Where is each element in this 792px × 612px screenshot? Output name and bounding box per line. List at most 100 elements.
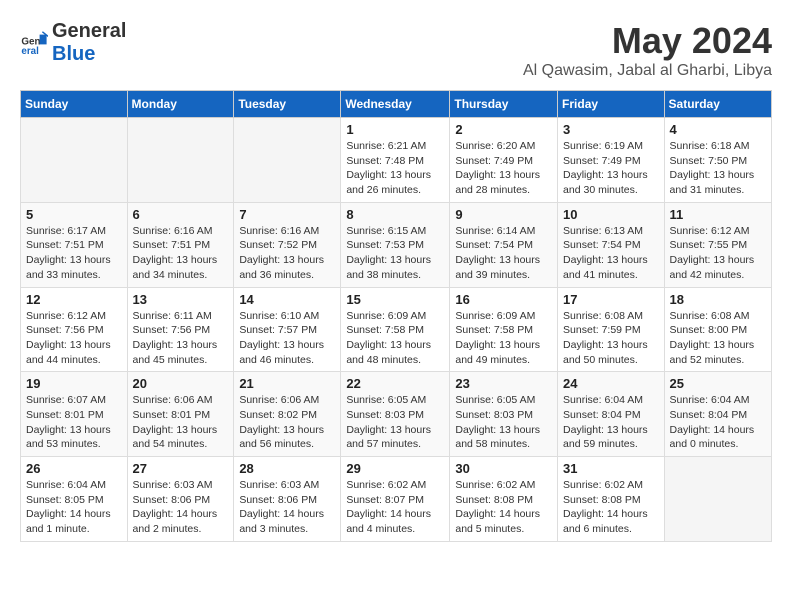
column-header-sunday: Sunday [21,91,128,118]
calendar-cell: 6 Sunrise: 6:16 AM Sunset: 7:51 PM Daylig… [127,202,234,287]
day-number: 23 [455,376,552,391]
day-info: Sunrise: 6:09 AM Sunset: 7:58 PM Dayligh… [346,309,444,368]
calendar-cell: 13Sunrise: 6:11 AM Sunset: 7:56 PM Dayli… [127,287,234,372]
day-number: 16 [455,292,552,307]
day-number: 19 [26,376,122,391]
day-info: Sunrise: 6:09 AM Sunset: 7:58 PM Dayligh… [455,309,552,368]
calendar-cell: 9 Sunrise: 6:14 AM Sunset: 7:54 PM Daylig… [450,202,558,287]
calendar-cell [21,118,128,203]
day-info: Sunrise: 6:04 AM Sunset: 8:04 PM Dayligh… [563,393,659,452]
day-info: Sunrise: 6:06 AM Sunset: 8:02 PM Dayligh… [239,393,335,452]
calendar-cell: 21 Sunrise: 6:06 AM Sunset: 8:02 PM Dayli… [234,372,341,457]
day-number: 6 [133,207,229,222]
day-number: 26 [26,461,122,476]
calendar-cell: 1Sunrise: 6:21 AM Sunset: 7:48 PM Daylig… [341,118,450,203]
calendar-cell: 2 Sunrise: 6:20 AM Sunset: 7:49 PM Daylig… [450,118,558,203]
day-info: Sunrise: 6:05 AM Sunset: 8:03 PM Dayligh… [455,393,552,452]
calendar-cell: 22 Sunrise: 6:05 AM Sunset: 8:03 PM Dayli… [341,372,450,457]
day-number: 29 [346,461,444,476]
title-area: May 2024 Al Qawasim, Jabal al Gharbi, Li… [523,20,772,80]
calendar-cell: 4Sunrise: 6:18 AM Sunset: 7:50 PM Daylig… [664,118,771,203]
calendar-cell: 20 Sunrise: 6:06 AM Sunset: 8:01 PM Dayli… [127,372,234,457]
calendar-cell: 25Sunrise: 6:04 AM Sunset: 8:04 PM Dayli… [664,372,771,457]
calendar-cell: 5Sunrise: 6:17 AM Sunset: 7:51 PM Daylig… [21,202,128,287]
day-number: 3 [563,122,659,137]
calendar-cell: 3 Sunrise: 6:19 AM Sunset: 7:49 PM Daylig… [558,118,665,203]
logo: Gen eral General Blue [20,20,126,66]
day-info: Sunrise: 6:06 AM Sunset: 8:01 PM Dayligh… [133,393,229,452]
day-number: 9 [455,207,552,222]
logo-icon: Gen eral [20,29,48,57]
calendar-cell: 12 Sunrise: 6:12 AM Sunset: 7:56 PM Dayli… [21,287,128,372]
day-number: 31 [563,461,659,476]
calendar-title: May 2024 [523,20,772,62]
day-number: 17 [563,292,659,307]
day-number: 25 [670,376,766,391]
day-number: 11 [670,207,766,222]
day-number: 4 [670,122,766,137]
day-number: 7 [239,207,335,222]
day-number: 12 [26,292,122,307]
calendar-cell: 24 Sunrise: 6:04 AM Sunset: 8:04 PM Dayli… [558,372,665,457]
day-info: Sunrise: 6:14 AM Sunset: 7:54 PM Dayligh… [455,224,552,283]
calendar-cell [664,457,771,542]
column-header-friday: Friday [558,91,665,118]
day-info: Sunrise: 6:16 AM Sunset: 7:52 PM Dayligh… [239,224,335,283]
day-info: Sunrise: 6:16 AM Sunset: 7:51 PM Dayligh… [133,224,229,283]
calendar-cell: 29 Sunrise: 6:02 AM Sunset: 8:07 PM Dayli… [341,457,450,542]
calendar-cell: 16 Sunrise: 6:09 AM Sunset: 7:58 PM Dayli… [450,287,558,372]
day-number: 27 [133,461,229,476]
column-header-wednesday: Wednesday [341,91,450,118]
day-info: Sunrise: 6:08 AM Sunset: 8:00 PM Dayligh… [670,309,766,368]
column-header-saturday: Saturday [664,91,771,118]
day-info: Sunrise: 6:07 AM Sunset: 8:01 PM Dayligh… [26,393,122,452]
day-number: 21 [239,376,335,391]
calendar-cell: 31 Sunrise: 6:02 AM Sunset: 8:08 PM Dayli… [558,457,665,542]
day-info: Sunrise: 6:20 AM Sunset: 7:49 PM Dayligh… [455,139,552,198]
day-info: Sunrise: 6:02 AM Sunset: 8:07 PM Dayligh… [346,478,444,537]
calendar-cell: 28Sunrise: 6:03 AM Sunset: 8:06 PM Dayli… [234,457,341,542]
day-number: 18 [670,292,766,307]
column-header-tuesday: Tuesday [234,91,341,118]
day-info: Sunrise: 6:03 AM Sunset: 8:06 PM Dayligh… [133,478,229,537]
day-info: Sunrise: 6:12 AM Sunset: 7:55 PM Dayligh… [670,224,766,283]
day-info: Sunrise: 6:13 AM Sunset: 7:54 PM Dayligh… [563,224,659,283]
day-number: 14 [239,292,335,307]
day-info: Sunrise: 6:04 AM Sunset: 8:05 PM Dayligh… [26,478,122,537]
calendar-table: SundayMondayTuesdayWednesdayThursdayFrid… [20,90,772,542]
calendar-cell: 11 Sunrise: 6:12 AM Sunset: 7:55 PM Dayli… [664,202,771,287]
day-number: 15 [346,292,444,307]
day-info: Sunrise: 6:08 AM Sunset: 7:59 PM Dayligh… [563,309,659,368]
svg-text:eral: eral [21,46,39,57]
calendar-cell: 30Sunrise: 6:02 AM Sunset: 8:08 PM Dayli… [450,457,558,542]
day-number: 1 [346,122,444,137]
day-info: Sunrise: 6:17 AM Sunset: 7:51 PM Dayligh… [26,224,122,283]
column-header-monday: Monday [127,91,234,118]
day-info: Sunrise: 6:10 AM Sunset: 7:57 PM Dayligh… [239,309,335,368]
day-number: 10 [563,207,659,222]
day-info: Sunrise: 6:15 AM Sunset: 7:53 PM Dayligh… [346,224,444,283]
day-info: Sunrise: 6:02 AM Sunset: 8:08 PM Dayligh… [455,478,552,537]
day-info: Sunrise: 6:03 AM Sunset: 8:06 PM Dayligh… [239,478,335,537]
day-info: Sunrise: 6:02 AM Sunset: 8:08 PM Dayligh… [563,478,659,537]
calendar-cell: 7 Sunrise: 6:16 AM Sunset: 7:52 PM Daylig… [234,202,341,287]
calendar-cell: 23 Sunrise: 6:05 AM Sunset: 8:03 PM Dayli… [450,372,558,457]
calendar-cell: 18 Sunrise: 6:08 AM Sunset: 8:00 PM Dayli… [664,287,771,372]
day-number: 8 [346,207,444,222]
calendar-header: Gen eral General Blue May 2024 Al Qawasi… [20,20,772,80]
day-number: 22 [346,376,444,391]
calendar-cell: 27 Sunrise: 6:03 AM Sunset: 8:06 PM Dayli… [127,457,234,542]
day-info: Sunrise: 6:11 AM Sunset: 7:56 PM Dayligh… [133,309,229,368]
column-header-thursday: Thursday [450,91,558,118]
calendar-subtitle: Al Qawasim, Jabal al Gharbi, Libya [523,62,772,80]
calendar-cell: 26 Sunrise: 6:04 AM Sunset: 8:05 PM Dayli… [21,457,128,542]
calendar-cell: 8 Sunrise: 6:15 AM Sunset: 7:53 PM Daylig… [341,202,450,287]
calendar-cell: 17 Sunrise: 6:08 AM Sunset: 7:59 PM Dayli… [558,287,665,372]
logo-text-general: General [52,20,126,42]
day-number: 24 [563,376,659,391]
day-info: Sunrise: 6:05 AM Sunset: 8:03 PM Dayligh… [346,393,444,452]
day-info: Sunrise: 6:12 AM Sunset: 7:56 PM Dayligh… [26,309,122,368]
day-number: 20 [133,376,229,391]
day-info: Sunrise: 6:19 AM Sunset: 7:49 PM Dayligh… [563,139,659,198]
day-number: 2 [455,122,552,137]
